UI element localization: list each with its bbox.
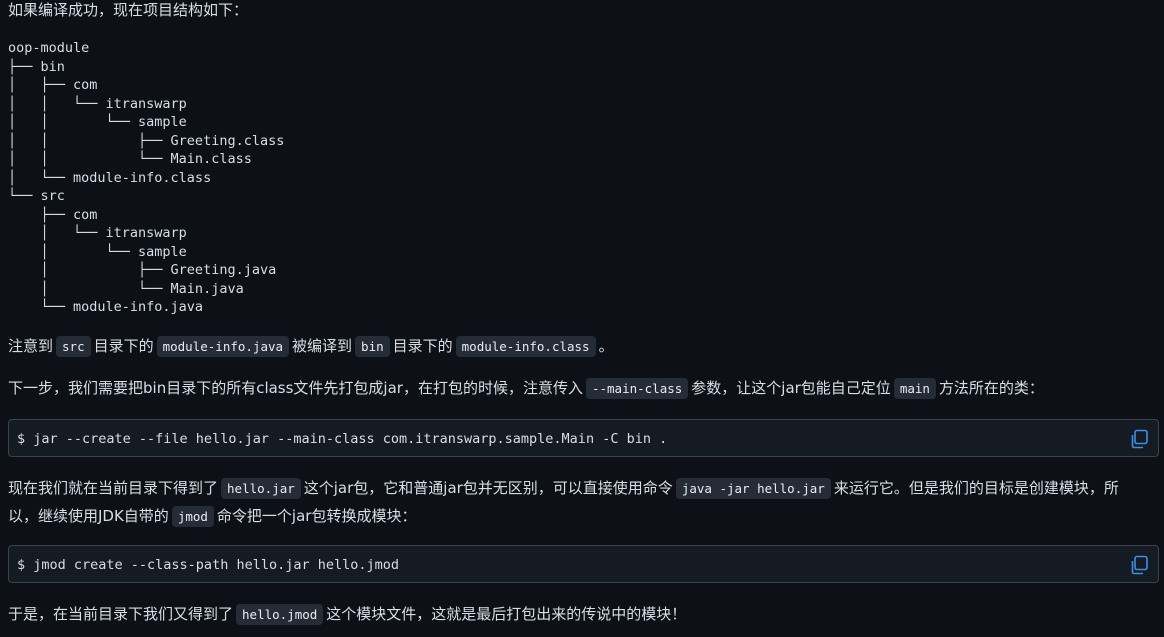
inline-code-module-info-class: module-info.class xyxy=(455,336,596,357)
inline-code-src: src xyxy=(56,336,91,357)
copy-icon[interactable] xyxy=(1128,428,1150,450)
project-tree: oop-module ├── bin │ ├── com │ │ └── itrans… xyxy=(8,39,284,317)
note-text-1: 注意到 xyxy=(8,337,54,355)
copy-icon[interactable] xyxy=(1128,554,1150,576)
tree-line: │ │ └── itranswarp xyxy=(8,95,187,112)
tree-line: │ └── module-info.class xyxy=(8,169,212,186)
tree-line: └── src xyxy=(8,188,65,204)
step-text-3: 方法所在的类： xyxy=(938,379,1044,397)
final-text-2: 这个模块文件，这就是最后打包出来的传说中的模块！ xyxy=(326,605,687,623)
tree-line: │ └── sample xyxy=(8,243,187,260)
code-block-jar: $ jar --create --file hello.jar --main-c… xyxy=(8,419,1159,457)
tree-line: ├── bin xyxy=(8,58,65,75)
step-text-1: 下一步，我们需要把bin目录下的所有class文件先打包成jar，在打包的时候，… xyxy=(8,379,583,397)
inline-code-jmod: jmod xyxy=(171,506,214,527)
intro-paragraph: 如果编译成功，现在项目结构如下： xyxy=(8,0,248,24)
step-text-2: 参数，让这个jar包能自己定位 xyxy=(691,379,891,397)
tree-line: │ ├── com xyxy=(8,77,98,93)
code-jar-command: $ jar --create --file hello.jar --main-c… xyxy=(17,431,668,447)
final-paragraph: 于是，在当前目录下我们又得到了 hello.jmod 这个模块文件，这就是最后打包出… xyxy=(8,601,686,628)
got-text-4: 以，继续使用JDK自带的 xyxy=(8,507,169,525)
tree-line: │ └── Main.java xyxy=(8,280,244,297)
note-text-5: 。 xyxy=(598,337,614,355)
code-block-jmod: $ jmod create --class-path hello.jar hel… xyxy=(8,545,1159,583)
intro-text: 如果编译成功，现在项目结构如下： xyxy=(8,1,249,19)
tree-line: └── module-info.java xyxy=(8,299,204,315)
got-text-1: 现在我们就在当前目录下得到了 xyxy=(8,479,219,497)
got-text-2: 这个jar包，它和普通jar包并无区别，可以直接使用命令 xyxy=(303,479,673,497)
note-paragraph: 注意到 src 目录下的 module-info.java 被编译到 bin 目录下的 mod… xyxy=(8,333,614,360)
final-text-1: 于是，在当前目录下我们又得到了 xyxy=(8,605,234,623)
got-paragraph-line-1: 现在我们就在当前目录下得到了 hello.jar 这个jar包，它和普通jar包并无… xyxy=(8,475,1119,502)
got-text-5: 命令把一个jar包转换成模块： xyxy=(216,507,417,525)
inline-code-module-info-java: module-info.java xyxy=(156,336,290,357)
got-text-3: 来运行它。但是我们的目标是创建模块，所 xyxy=(833,479,1119,497)
note-text-3: 被编译到 xyxy=(292,337,353,355)
inline-code-hello-jmod: hello.jmod xyxy=(236,604,324,625)
note-text-4: 目录下的 xyxy=(392,337,453,355)
tree-line: ├── com xyxy=(8,206,98,223)
inline-code-main-class: --main-class xyxy=(585,378,689,399)
code-jmod-command: $ jmod create --class-path hello.jar hel… xyxy=(17,557,400,573)
inline-code-bin: bin xyxy=(355,336,390,357)
step-paragraph: 下一步，我们需要把bin目录下的所有class文件先打包成jar，在打包的时候，… xyxy=(8,375,1044,402)
inline-code-main: main xyxy=(893,378,936,399)
got-paragraph-line-2: 以，继续使用JDK自带的 jmod 命令把一个jar包转换成模块： xyxy=(8,503,416,530)
tree-line: │ │ └── Main.class xyxy=(8,151,252,167)
inline-code-java-jar: java -jar hello.jar xyxy=(675,478,831,499)
inline-code-hello-jar: hello.jar xyxy=(221,478,301,499)
tree-line: │ └── itranswarp xyxy=(8,225,187,241)
tree-line: │ │ ├── Greeting.class xyxy=(8,132,285,149)
tree-line: oop-module xyxy=(8,40,90,56)
note-text-2: 目录下的 xyxy=(93,337,154,355)
tree-line: │ ├── Greeting.java xyxy=(8,262,277,278)
tree-line: │ │ └── sample xyxy=(8,114,187,130)
